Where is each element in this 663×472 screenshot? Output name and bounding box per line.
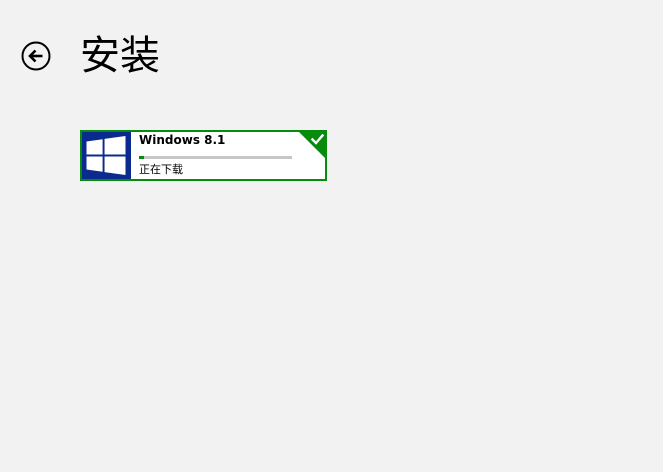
selected-indicator (299, 132, 325, 158)
download-progress-fill (139, 156, 144, 159)
install-name: Windows 8.1 (139, 133, 226, 147)
download-progress-bar (139, 156, 292, 159)
checkmark-icon (299, 132, 325, 158)
back-button[interactable] (21, 41, 51, 71)
install-tile-windows[interactable]: Windows 8.1 正在下载 (80, 130, 327, 181)
tile-logo (82, 132, 131, 179)
page-title: 安装 (80, 33, 160, 79)
windows-logo-icon (86, 136, 126, 175)
back-arrow-icon (21, 41, 51, 71)
install-status: 正在下载 (139, 163, 183, 176)
